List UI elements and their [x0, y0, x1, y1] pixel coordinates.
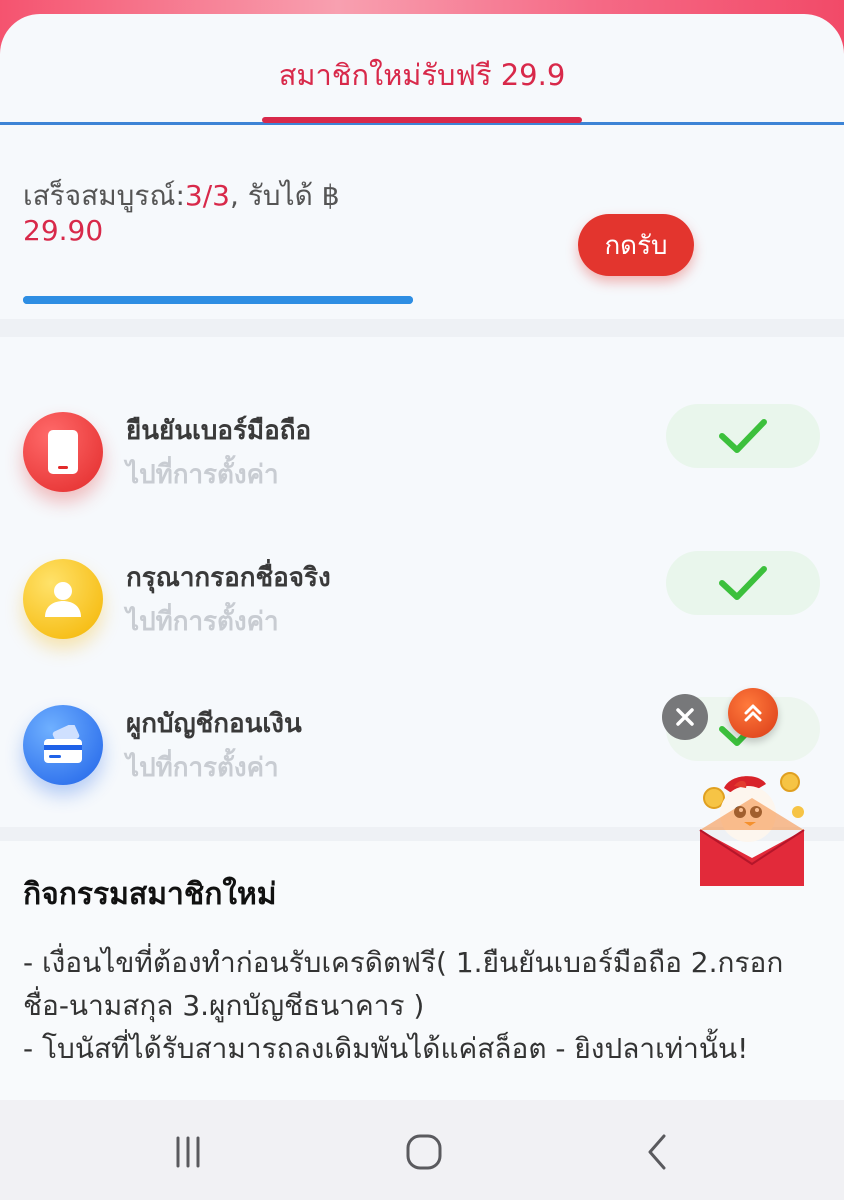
phone-icon [23, 412, 103, 492]
task-status-done [666, 404, 820, 468]
task-list: ยืนยันเบอร์มือถือ ไปที่การตั้งค่า กรุณาก… [0, 337, 844, 827]
user-icon [23, 559, 103, 639]
bank-card-icon [23, 705, 103, 785]
claim-button[interactable]: กดรับ [578, 214, 694, 276]
reward-status: เสร็จสมบูรณ์:3/3, รับได้ ฿ [23, 174, 340, 218]
reward-status-label: เสร็จสมบูรณ์: [23, 179, 185, 212]
reward-amount: 29.90 [23, 214, 104, 247]
tab-bar: สมาชิกใหม่รับฟรี 29.9 [0, 14, 844, 126]
back-icon[interactable] [628, 1130, 688, 1174]
check-icon [719, 566, 767, 600]
task-title: ผูกบัญชีกอนเงิน [126, 709, 302, 739]
reward-receive-label: , รับได้ ฿ [229, 179, 340, 212]
task-subtitle[interactable]: ไปที่การตั้งค่า [126, 454, 279, 495]
activity-rules: - เงื่อนไขที่ต้องทำก่อนรับเครดิตฟรี( 1.ย… [23, 941, 823, 1070]
task-enter-real-name[interactable]: กรุณากรอกชื่อจริง ไปที่การตั้งค่า [0, 549, 844, 669]
recent-apps-icon[interactable] [158, 1130, 218, 1174]
bottom-sheet: สมาชิกใหม่รับฟรี 29.9 เสร็จสมบูรณ์:3/3, … [0, 14, 844, 1114]
home-icon[interactable] [394, 1130, 454, 1174]
tab-new-member[interactable]: สมาชิกใหม่รับฟรี 29.9 [0, 52, 844, 98]
reward-card: เสร็จสมบูรณ์:3/3, รับได้ ฿ 29.90 กดรับ [0, 126, 844, 322]
task-title: ยืนยันเบอร์มือถือ [126, 416, 312, 446]
section-divider [0, 319, 844, 337]
task-subtitle[interactable]: ไปที่การตั้งค่า [126, 601, 279, 642]
red-envelope-mascot-icon[interactable] [696, 768, 808, 888]
scroll-to-top-icon[interactable] [728, 688, 778, 738]
reward-progress-fill [23, 296, 413, 304]
check-icon [719, 419, 767, 453]
task-subtitle[interactable]: ไปที่การตั้งค่า [126, 747, 279, 788]
reward-progress-count: 3/3 [184, 179, 230, 212]
activity-title: กิจกรรมสมาชิกใหม่ [23, 877, 277, 912]
reward-progress-bar [23, 296, 413, 304]
close-icon[interactable] [662, 694, 708, 740]
activity-rule-line: - โบนัสที่ได้รับสามารถลงเดิมพันได้แค่สล็… [23, 1032, 749, 1065]
system-nav-bar [0, 1100, 844, 1200]
task-title: กรุณากรอกชื่อจริง [126, 563, 331, 593]
activity-rule-line: - เงื่อนไขที่ต้องทำก่อนรับเครดิตฟรี( 1.ย… [23, 946, 784, 1022]
task-status-done [666, 551, 820, 615]
task-verify-phone[interactable]: ยืนยันเบอร์มือถือ ไปที่การตั้งค่า [0, 402, 844, 522]
tab-active-indicator [262, 117, 582, 123]
